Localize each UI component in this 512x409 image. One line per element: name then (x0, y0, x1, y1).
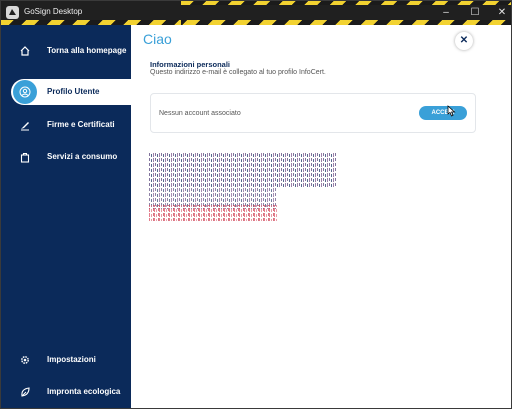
leaf-icon (19, 385, 31, 397)
gear-icon (19, 353, 31, 365)
sidebar: Torna alla homepage Profilo Utente Firme… (1, 25, 131, 408)
sidebar-item-label: Servizi a consumo (47, 152, 118, 161)
section-title: Informazioni personali (150, 60, 231, 69)
sidebar-item-label: Impronta ecologica (47, 387, 121, 396)
window-title: GoSign Desktop (24, 7, 83, 16)
account-status-text: Nessun account associato (159, 110, 241, 117)
app-logo-icon (6, 6, 19, 19)
sidebar-item-homepage[interactable]: Torna alla homepage (1, 38, 131, 64)
title-bar: GoSign Desktop – ☐ ✕ (1, 1, 511, 25)
user-icon (13, 80, 37, 104)
sidebar-item-label: Profilo Utente (47, 87, 100, 96)
hazard-stripe (181, 1, 511, 25)
section-description: Questo indirizzo e-mail è collegato al t… (150, 69, 326, 76)
minimize-button[interactable]: – (438, 5, 454, 21)
sidebar-item-label: Impostazioni (47, 355, 96, 364)
sidebar-item-settings[interactable]: Impostazioni (1, 347, 131, 373)
sidebar-item-signatures[interactable]: Firme e Certificati (1, 112, 131, 138)
maximize-button[interactable]: ☐ (467, 5, 483, 21)
sidebar-item-label: Firme e Certificati (47, 120, 115, 129)
main-panel: Ciao ✕ Informazioni personali Questo ind… (131, 25, 511, 408)
home-icon (19, 44, 31, 56)
app-window: GoSign Desktop – ☐ ✕ Torna alla homepage… (0, 0, 512, 409)
sidebar-item-services[interactable]: Servizi a consumo (1, 144, 131, 170)
mouse-cursor-icon (447, 105, 456, 117)
sidebar-item-eco[interactable]: Impronta ecologica (1, 379, 131, 405)
sidebar-item-profile[interactable]: Profilo Utente (11, 79, 131, 105)
redacted-content (149, 153, 337, 221)
sidebar-item-label: Torna alla homepage (47, 46, 127, 55)
bag-icon (19, 150, 31, 163)
page-title: Ciao (143, 31, 172, 47)
account-card: Nessun account associato ACCEDI (150, 93, 476, 133)
login-button[interactable]: ACCEDI (419, 106, 467, 120)
window-close-button[interactable]: ✕ (494, 5, 510, 21)
signature-icon (19, 118, 31, 131)
close-button[interactable]: ✕ (455, 32, 473, 50)
